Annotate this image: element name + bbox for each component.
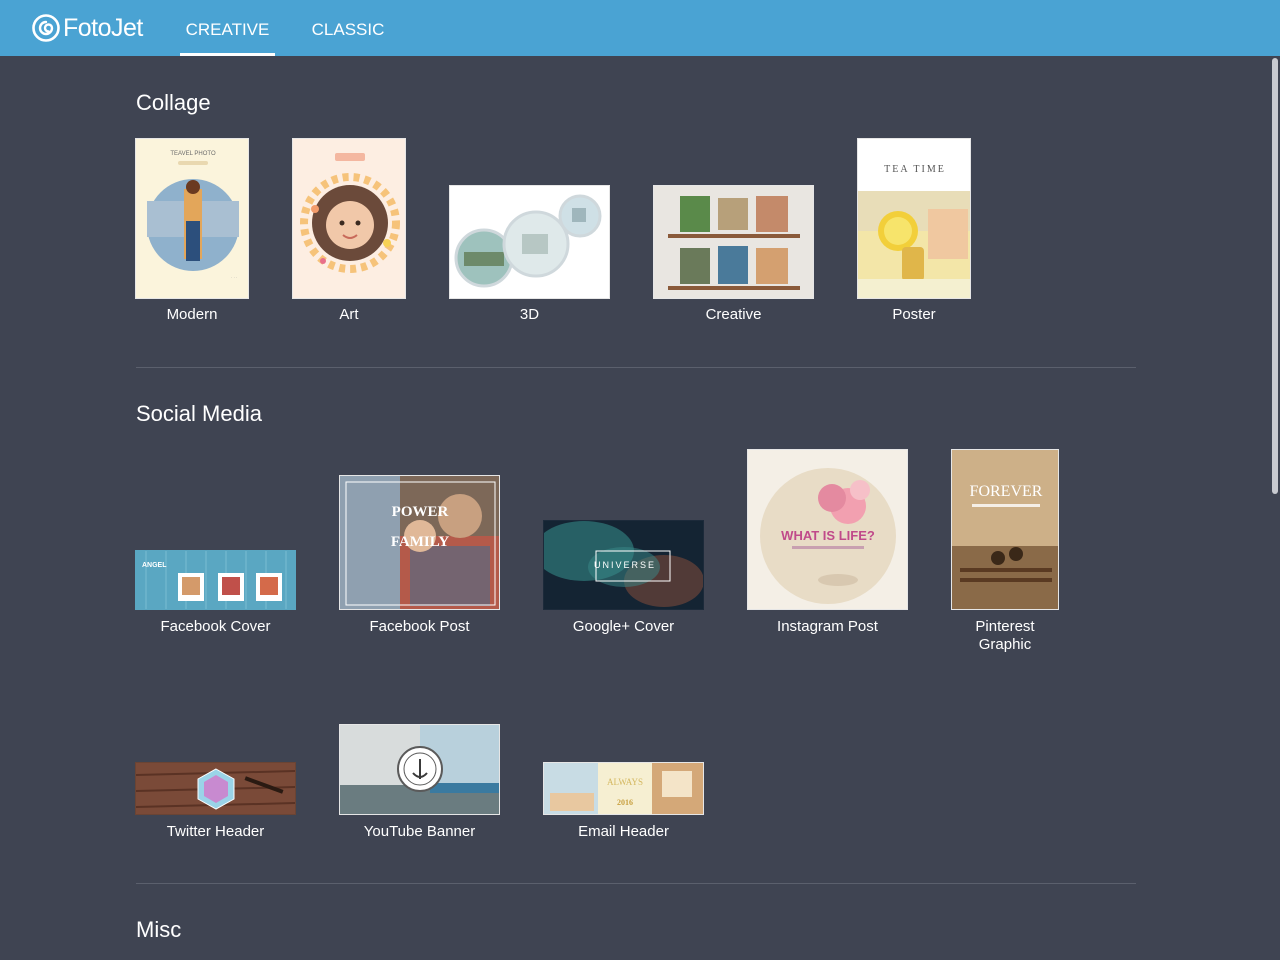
thumbnail: WHAT IS LIFE? (747, 449, 908, 610)
template-label: Google+ Cover (572, 618, 675, 635)
thumb-text-2: FAMILY (391, 534, 450, 550)
thumbnail: TEAVEL PHOTO · · · (135, 138, 249, 299)
thumbnail: FOREVER (951, 449, 1059, 610)
tab-creative[interactable]: CREATIVE (180, 0, 275, 56)
template-label: Email Header (578, 823, 669, 840)
thumb-text: POWER (392, 504, 449, 520)
thumbnail: ANGEL (135, 550, 296, 610)
template-label: Twitter Header (166, 823, 265, 840)
thumb-text-2: 2016 (617, 798, 633, 807)
template-label: Creative (705, 306, 762, 323)
section-divider (136, 883, 1136, 884)
section-title-social-media: Social Media (136, 401, 262, 426)
thumb-text: TEAVEL PHOTO (170, 151, 216, 157)
thumb-text: UNIVERSE (594, 560, 656, 570)
thumbnail (449, 185, 610, 299)
template-label-line-2: Graphic (978, 636, 1032, 653)
thumb-text: ALWAYS (607, 777, 643, 787)
section-divider (136, 367, 1136, 368)
logo[interactable]: FotoJet (32, 13, 143, 43)
thumbnail (653, 185, 814, 299)
thumbnail: TEA TIME (857, 138, 971, 299)
template-label: Facebook Cover (160, 618, 271, 635)
thumbnail (135, 762, 296, 815)
thumbnail (339, 724, 500, 815)
thumb-text: FOREVER (970, 483, 1043, 500)
thumb-text: WHAT IS LIFE? (781, 528, 875, 543)
thumb-text: TEA TIME (884, 164, 946, 175)
section-title-misc: Misc (136, 917, 182, 942)
template-label: Pinterest (975, 618, 1035, 635)
svg-text:· · ·: · · · (231, 275, 237, 280)
template-label: Instagram Post (777, 618, 878, 635)
thumbnail (292, 138, 406, 299)
logo-icon (32, 14, 60, 42)
section-title-collage: Collage (136, 90, 211, 115)
logo-text: FotoJet (63, 14, 143, 42)
template-label: YouTube Banner (363, 823, 476, 840)
thumb-text: ANGEL (142, 562, 167, 569)
template-label: Poster (892, 306, 936, 323)
template-label: 3D (519, 306, 540, 323)
tab-classic[interactable]: CLASSIC (305, 0, 391, 56)
template-label: Facebook Post (369, 618, 470, 635)
top-bar: FotoJet CREATIVE CLASSIC (0, 0, 1280, 56)
template-label: Art (339, 306, 359, 323)
thumbnail: UNIVERSE (543, 520, 704, 610)
template-label: Modern (166, 306, 218, 323)
scrollbar-thumb[interactable] (1272, 58, 1278, 494)
thumbnail: ALWAYS 2016 (543, 762, 704, 815)
thumbnail: POWER FAMILY (339, 475, 500, 610)
